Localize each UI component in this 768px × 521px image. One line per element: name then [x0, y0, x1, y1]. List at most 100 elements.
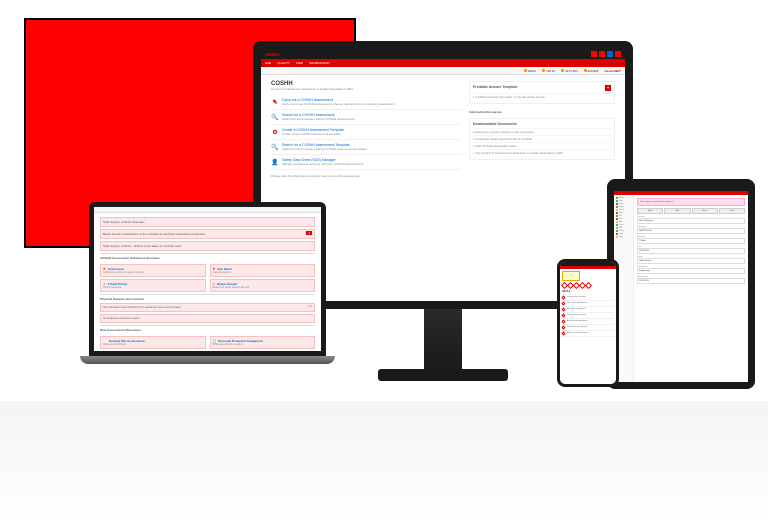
action-link[interactable]: 🔍Search for a COSHH AssessmentSearch for… — [271, 110, 461, 125]
topbar-btn-1[interactable] — [591, 51, 597, 57]
section-banner: Safe System of Work Overview — [100, 217, 315, 227]
bullet-icon — [561, 325, 565, 329]
bullet-icon — [561, 301, 565, 305]
status-dot-icon — [616, 209, 618, 211]
action-icon: 👤 — [271, 158, 279, 166]
status-row[interactable]: Pend — [616, 209, 631, 211]
print-button[interactable]: Print — [719, 208, 745, 214]
status-row[interactable]: Rev — [616, 221, 631, 223]
status-row[interactable]: OK — [616, 215, 631, 217]
status-dot-icon — [616, 221, 618, 223]
status-dot-icon — [616, 203, 618, 205]
status-row[interactable]: N/A — [616, 227, 631, 229]
substance-logo — [562, 271, 580, 281]
action-link[interactable]: 👤Safety Data Sheet (SDS) ManagerManage s… — [271, 155, 461, 170]
field-input[interactable]: RA-2023-0112 — [637, 228, 745, 234]
add-button[interactable]: + — [605, 85, 611, 91]
status-dot-icon — [616, 236, 618, 238]
footnote: Please note the following points when ca… — [271, 174, 461, 178]
phone-screen: H315-2 Causes skin irritationMay cause d… — [560, 262, 616, 384]
form-field: Review Due12/03/2025 — [637, 276, 745, 284]
status-row[interactable]: Live — [616, 200, 631, 202]
status-row[interactable]: Comp — [616, 230, 631, 232]
action-icon: ✎ — [271, 98, 279, 106]
form-field: AssessorJ Smith — [637, 236, 745, 244]
status-dot-icon — [616, 215, 618, 217]
panel-row[interactable]: The Control of Substances Hazardous to H… — [473, 149, 611, 156]
field-input[interactable]: J Smith — [637, 238, 745, 244]
hazard-icon — [585, 282, 592, 289]
topbar-btn-4[interactable] — [615, 51, 621, 57]
status-row[interactable]: Fail — [616, 218, 631, 220]
form-field: Date12/03/2024 — [637, 246, 745, 254]
form-field: DepartmentEngineering — [637, 266, 745, 274]
status-row[interactable]: Risk — [616, 212, 631, 214]
panel-row[interactable]: HSE COSHH Essentials Guide — [473, 142, 611, 149]
status-dot-icon — [616, 197, 618, 199]
status-dot-icon — [616, 200, 618, 202]
stat-value: 798.15 — [546, 69, 555, 73]
status-row[interactable]: High — [616, 233, 631, 235]
status-row[interactable]: Med — [616, 236, 631, 238]
stat-value: 3273.284 — [565, 69, 578, 73]
status-dot-icon — [616, 233, 618, 235]
menu-item[interactable]: QUALITY — [277, 61, 290, 65]
section-heading: Physical Hazards and Controls — [100, 294, 315, 303]
topbar-btn-2[interactable] — [599, 51, 605, 57]
panel-row[interactable]: A COSHH Answer Template in rich document… — [473, 93, 611, 100]
field-input[interactable]: 12/03/2024 — [637, 248, 745, 254]
substance-card[interactable]: 📄General Site AssessmentInitial overall … — [100, 336, 206, 349]
action-icon: 🔍 — [271, 143, 279, 151]
stats-bar: 19041 798.15 3273.284 £20,824 AssessNET — [261, 67, 625, 75]
substance-card[interactable]: ⚠Brake CleanerBrake and clutch cleaner a… — [210, 279, 316, 292]
edit-button[interactable]: Edit — [664, 208, 690, 214]
bullet-icon — [561, 319, 565, 323]
topbar-btn-3[interactable] — [607, 51, 613, 57]
status-row[interactable]: Pass — [616, 224, 631, 226]
form-field: ReferenceRA-2023-0112 — [637, 226, 745, 234]
bullet-icon — [561, 307, 565, 311]
side-panel: Printable Answer Template+A COSHH Answer… — [469, 81, 615, 104]
hazard-pictograms — [562, 283, 614, 288]
tablet-screen: ActiveLiveOpenDonePendRiskOKFailRevPassN… — [614, 186, 748, 382]
main-menu: HSE QUALITY FIRE INFORMATION — [261, 59, 625, 67]
brand-logo: RISKEX — [265, 52, 280, 57]
tablet: ActiveLiveOpenDonePendRiskOKFailRevPassN… — [607, 179, 755, 389]
status-row[interactable]: Active — [616, 197, 631, 199]
bullet-icon — [561, 313, 565, 317]
action-link[interactable]: 🔍Search for a COSHH Assessment TemplateS… — [271, 140, 461, 155]
status-dot-icon — [616, 224, 618, 226]
checklist-row[interactable]: No hazardous emissions created — [100, 314, 315, 323]
status-dot-icon — [616, 206, 618, 208]
field-input[interactable]: Main Workshop — [637, 218, 745, 224]
panel-row[interactable]: Frequently asked questions about COSHH — [473, 135, 611, 142]
action-link[interactable]: ✎Carry out a COSHH AssessmentCarry out a… — [271, 95, 461, 110]
menu-item[interactable]: INFORMATION — [309, 61, 330, 65]
alert-banner: Task requires review before approval — [637, 198, 745, 206]
substance-card[interactable]: ⚑Anti FreezeAntifreeze solution for engi… — [100, 264, 206, 277]
field-input[interactable]: 12/03/2025 — [637, 278, 745, 284]
substance-card[interactable]: 📋Personal Protective EquipmentPPE requir… — [210, 336, 316, 349]
menu-item[interactable]: FIRE — [296, 61, 303, 65]
product-brand: AssessNET — [604, 69, 621, 73]
field-input[interactable]: Under Review — [637, 258, 745, 264]
status-row[interactable]: Done — [616, 206, 631, 208]
status-dot-icon — [616, 230, 618, 232]
substance-card[interactable]: ⚑Gun WashCleaning solvent — [210, 264, 316, 277]
info-heading: Information Resources — [469, 110, 615, 114]
field-input[interactable]: Engineering — [637, 268, 745, 274]
panel-row[interactable]: Examples of good practice in risk preven… — [473, 128, 611, 135]
save-button[interactable]: Save — [692, 208, 718, 214]
status-dot-icon — [616, 227, 618, 229]
status-dot-icon — [616, 218, 618, 220]
substance-card[interactable]: ⚠2 Pack PrimerPrimer basecoat — [100, 279, 206, 292]
app-topbar: RISKEX — [261, 49, 625, 59]
page-subtitle: Control of Substances Hazardous to Healt… — [271, 87, 461, 91]
action-icon: ⚙ — [271, 128, 279, 136]
back-button[interactable]: Back — [637, 208, 663, 214]
menu-item[interactable]: HSE — [265, 61, 271, 65]
action-link[interactable]: ⚙Create a COSHH Assessment TemplateCreat… — [271, 125, 461, 140]
checklist-row[interactable]: Has information about hazards of the sub… — [100, 303, 315, 312]
status-row[interactable]: Open — [616, 203, 631, 205]
laptop: Safe System of Work Overview Below shows… — [80, 202, 335, 397]
